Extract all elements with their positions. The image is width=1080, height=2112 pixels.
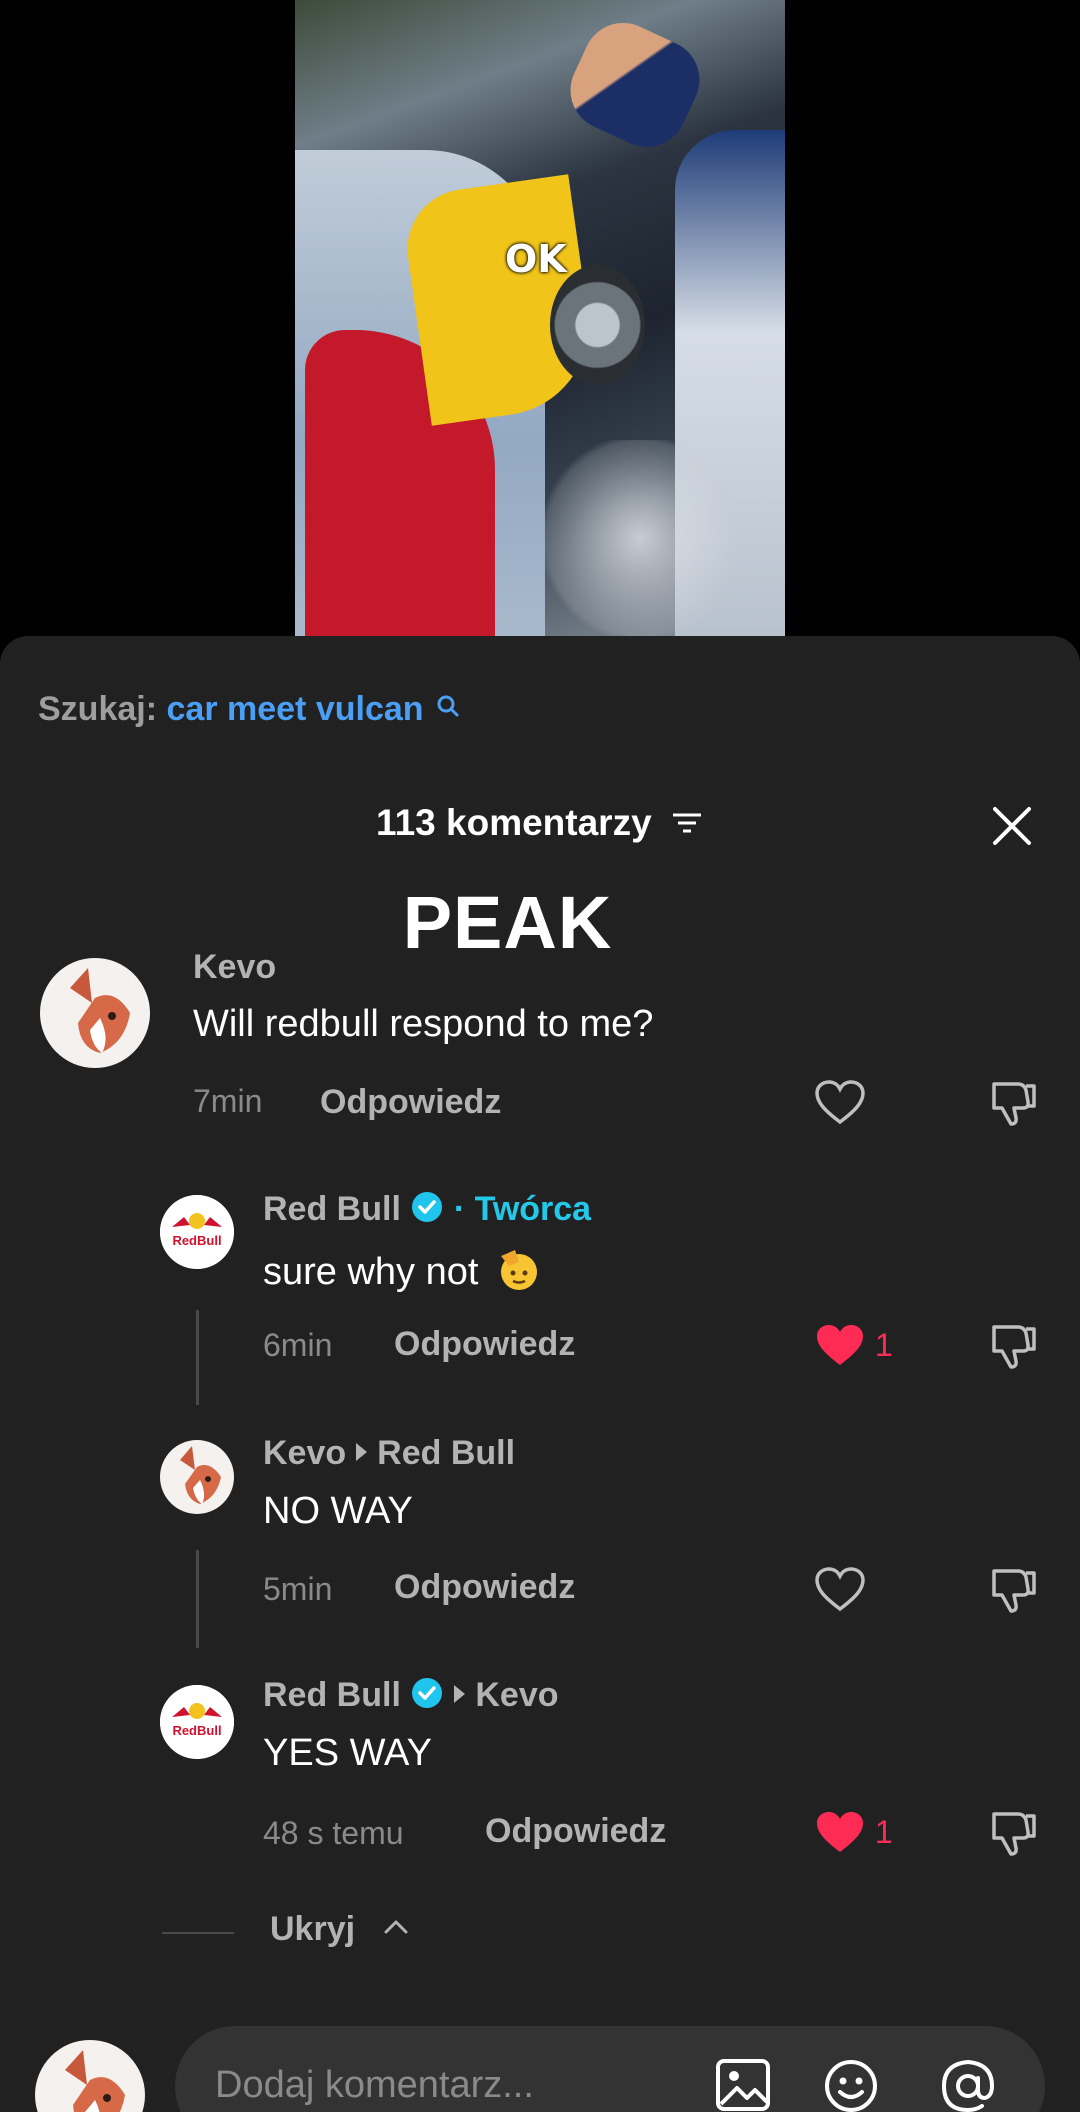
emoji-icon[interactable] xyxy=(823,2058,879,2112)
overlay-caption: PEAK xyxy=(402,881,613,964)
verified-icon xyxy=(410,1190,444,1233)
heart-icon[interactable] xyxy=(814,1810,866,1861)
thread-line xyxy=(196,1310,199,1405)
search-suggestion[interactable]: Szukaj: car meet vulcan xyxy=(38,690,461,729)
avatar-kevo[interactable] xyxy=(160,1440,234,1514)
creator-tag: · Twórca xyxy=(453,1190,592,1228)
heart-icon[interactable] xyxy=(814,1323,866,1374)
like-count: 1 xyxy=(875,1327,893,1363)
reply-button[interactable]: Odpowiedz xyxy=(320,1083,501,1122)
comment-count: 113 komentarzy xyxy=(376,802,652,843)
dislike-icon[interactable] xyxy=(988,1565,1038,1620)
reply-time: 5min xyxy=(263,1571,333,1607)
like-count: 1 xyxy=(875,1814,893,1850)
avatar-brand-text: RedBull xyxy=(172,1233,221,1248)
reply-username[interactable]: Kevo xyxy=(263,1434,346,1472)
reply-text: YES WAY xyxy=(263,1732,432,1774)
reply-to-username[interactable]: Kevo xyxy=(475,1676,558,1714)
reply-header: Kevo Red Bull xyxy=(263,1434,515,1473)
avatar-kevo[interactable] xyxy=(40,958,150,1068)
reply-time: 48 s temu xyxy=(263,1815,404,1851)
reply-arrow-icon xyxy=(356,1443,368,1461)
hide-replies-button[interactable]: Ukryj xyxy=(270,1910,355,1949)
thread-line xyxy=(196,1550,199,1648)
comment-text: Will redbull respond to me? xyxy=(193,1003,654,1045)
heart-icon[interactable] xyxy=(814,1567,866,1618)
chevron-up-icon[interactable] xyxy=(382,1914,410,1943)
avatar-brand-text: RedBull xyxy=(172,1723,221,1738)
reply-text: sure why not xyxy=(263,1251,479,1293)
reply-text: NO WAY xyxy=(263,1490,413,1532)
reply-username[interactable]: Red Bull xyxy=(263,1190,401,1228)
avatar-red-bull[interactable]: RedBull xyxy=(160,1685,234,1759)
reply-text-row: sure why not xyxy=(263,1246,541,1302)
filter-icon[interactable] xyxy=(670,804,704,846)
dislike-icon[interactable] xyxy=(988,1321,1038,1376)
reply-header: Red Bull Kevo xyxy=(263,1676,559,1719)
comments-sheet xyxy=(0,636,1080,2112)
video-caption: OK xyxy=(505,237,567,281)
heart-icon[interactable] xyxy=(814,1080,866,1131)
reply-header: Red Bull · Twórca xyxy=(263,1190,591,1233)
reply-username[interactable]: Red Bull xyxy=(263,1676,401,1714)
comment-username[interactable]: Kevo xyxy=(193,948,276,987)
avatar-red-bull[interactable]: RedBull xyxy=(160,1195,234,1269)
video-wheel xyxy=(550,265,645,385)
saluting-face-emoji xyxy=(495,1246,541,1302)
dislike-icon[interactable] xyxy=(988,1078,1038,1133)
video-player[interactable]: OK xyxy=(295,0,785,636)
verified-icon xyxy=(410,1676,444,1719)
search-icon xyxy=(435,690,461,729)
hide-divider xyxy=(162,1932,234,1934)
reply-button[interactable]: Odpowiedz xyxy=(485,1812,666,1851)
search-query-link[interactable]: car meet vulcan xyxy=(167,690,424,728)
reply-to-username[interactable]: Red Bull xyxy=(377,1434,515,1472)
video-smoke xyxy=(545,440,735,636)
dislike-icon[interactable] xyxy=(988,1808,1038,1863)
reply-time: 6min xyxy=(263,1327,333,1363)
comment-input-placeholder[interactable]: Dodaj komentarz... xyxy=(215,2064,534,2107)
comments-header: 113 komentarzy xyxy=(0,802,1080,846)
reply-arrow-icon xyxy=(454,1685,466,1703)
comment-time: 7min xyxy=(193,1083,263,1119)
reply-button[interactable]: Odpowiedz xyxy=(394,1568,575,1607)
search-label: Szukaj: xyxy=(38,690,158,728)
close-icon[interactable] xyxy=(990,804,1034,848)
mention-icon[interactable] xyxy=(940,2058,996,2112)
image-icon[interactable] xyxy=(715,2058,771,2112)
video-arm xyxy=(557,9,713,161)
reply-button[interactable]: Odpowiedz xyxy=(394,1325,575,1364)
